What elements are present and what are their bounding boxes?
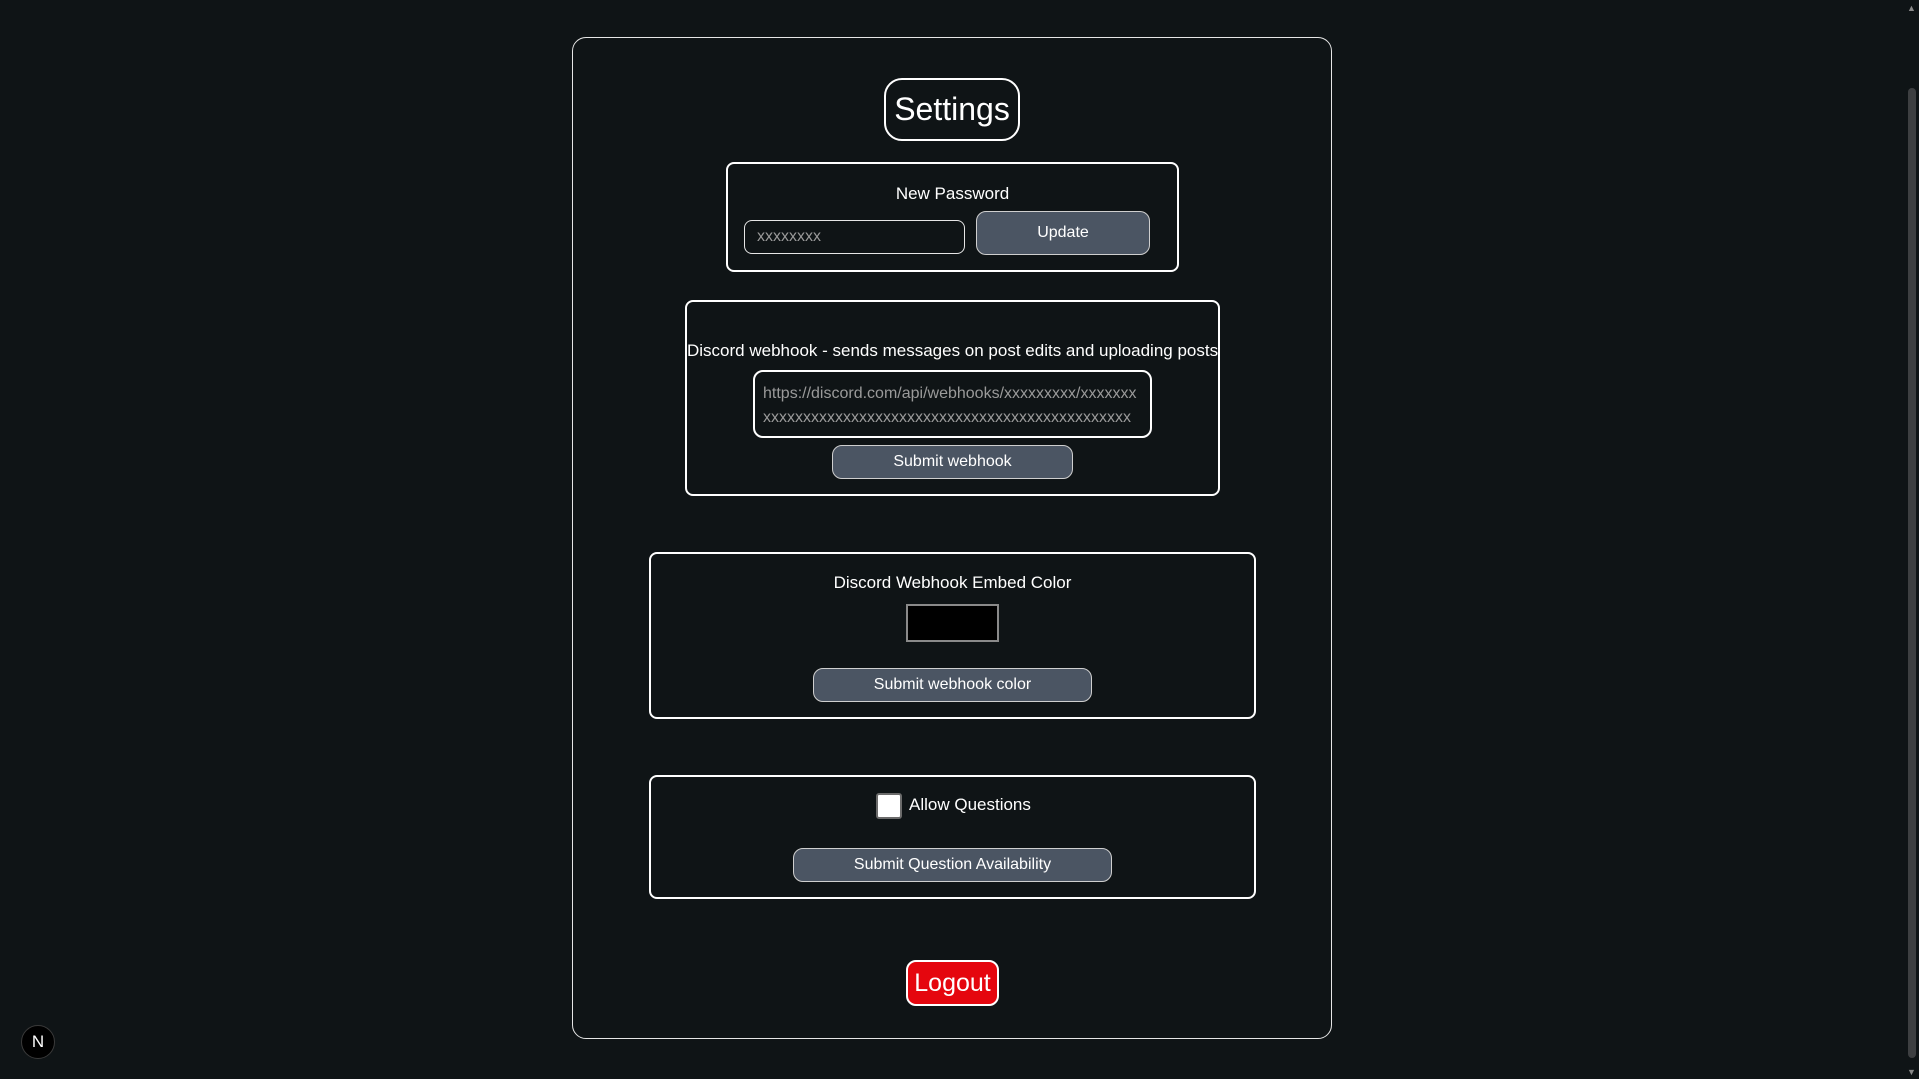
new-password-input[interactable]	[744, 220, 965, 254]
allow-questions-label: Allow Questions	[909, 795, 1031, 814]
scroll-down-arrow-icon[interactable]: ▼	[1905, 1065, 1918, 1078]
settings-page: Settings New Password Update Discord web…	[0, 0, 1919, 1079]
allow-questions-checkbox[interactable]	[876, 793, 902, 819]
logout-button[interactable]: Logout	[906, 960, 999, 1006]
password-label: New Password	[895, 184, 1010, 203]
webhook-label: Discord webhook - sends messages on post…	[687, 341, 1219, 360]
webhook-url-input[interactable]: https://discord.com/api/webhooks/xxxxxxx…	[753, 370, 1152, 438]
update-password-button[interactable]: Update	[976, 211, 1150, 255]
scrollbar-thumb[interactable]	[1908, 88, 1916, 1058]
nextjs-dev-indicator-icon[interactable]: N	[21, 1025, 55, 1059]
submit-question-availability-button[interactable]: Submit Question Availability	[793, 848, 1112, 882]
submit-webhook-button[interactable]: Submit webhook	[832, 445, 1073, 479]
submit-webhook-color-button[interactable]: Submit webhook color	[813, 668, 1092, 702]
embed-color-label: Discord Webhook Embed Color	[833, 573, 1072, 592]
scroll-up-arrow-icon[interactable]: ▲	[1905, 1, 1918, 14]
page-title: Settings	[884, 78, 1020, 141]
embed-color-picker[interactable]	[906, 604, 999, 642]
